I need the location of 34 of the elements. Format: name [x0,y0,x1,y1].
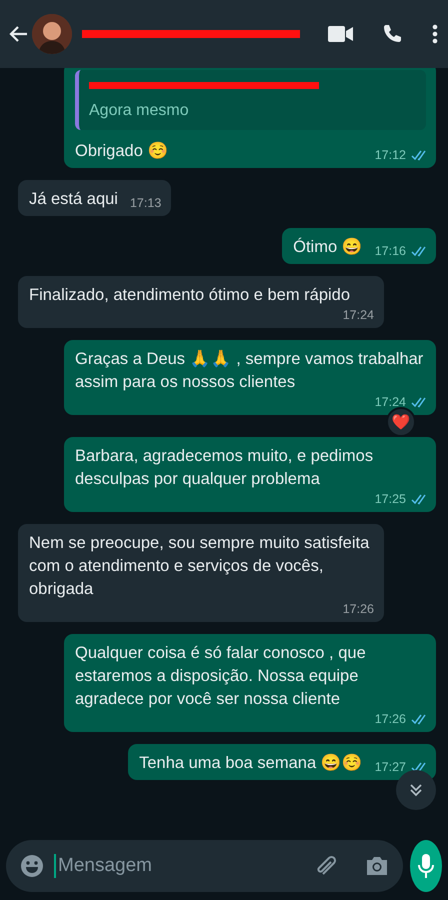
message-text: Finalizado, atendimento ótimo e bem rápido [29,285,350,306]
camera-icon[interactable] [365,855,389,877]
phone-icon[interactable] [382,24,402,44]
scroll-down-button[interactable] [396,770,436,810]
microphone-icon [417,853,435,879]
message-input[interactable]: Mensagem [54,854,305,878]
message-text: Obrigado ☺ [75,140,168,162]
message-text: Nem se preocupe, sou sempre muito satisfeita com o atendimento e serviços de vocês, obrigada [29,533,370,600]
message-text: Ótimo 😄 [293,236,363,258]
message-time: 17:26 [342,601,374,617]
quoted-message[interactable]: Agora mesmo [75,70,426,130]
double-chevron-icon [409,783,423,797]
microphone-button[interactable] [410,840,442,892]
message-text: Graças a Deus 🙏🙏 , sempre vamos trabalhar assim para os nossos clientes [75,348,424,393]
message-time: 17:25 [374,491,406,507]
menu-icon[interactable] [432,24,438,44]
message-time: 17:13 [130,195,162,211]
message-field[interactable]: Mensagem [6,840,403,892]
message-text: Já está aqui [29,189,118,210]
message-text: Tenha uma boa semana 😄☺ [139,752,363,774]
message-time: 17:26 [374,711,406,727]
message-time: 17:24 [342,307,374,323]
reaction-badge[interactable]: ❤ [386,407,416,437]
quote-text: Agora mesmo [89,101,190,121]
back-icon[interactable] [8,25,28,43]
message-time: 17:27 [374,759,406,775]
avatar[interactable] [32,14,72,54]
message-time: 17:12 [374,147,406,163]
message-time: 17:24 [374,394,406,410]
message-text: Barbara, agradecemos muito, e pedimos desculpas por qualquer problema [75,446,374,490]
message-text: Qualquer coisa é só falar conosco , que estaremos a disposição. Nossa equipe agradece por você ser nossa cliente [75,643,367,710]
message-time: 17:16 [374,243,406,259]
emoji-icon[interactable] [20,854,44,878]
video-call-icon[interactable] [328,26,354,42]
